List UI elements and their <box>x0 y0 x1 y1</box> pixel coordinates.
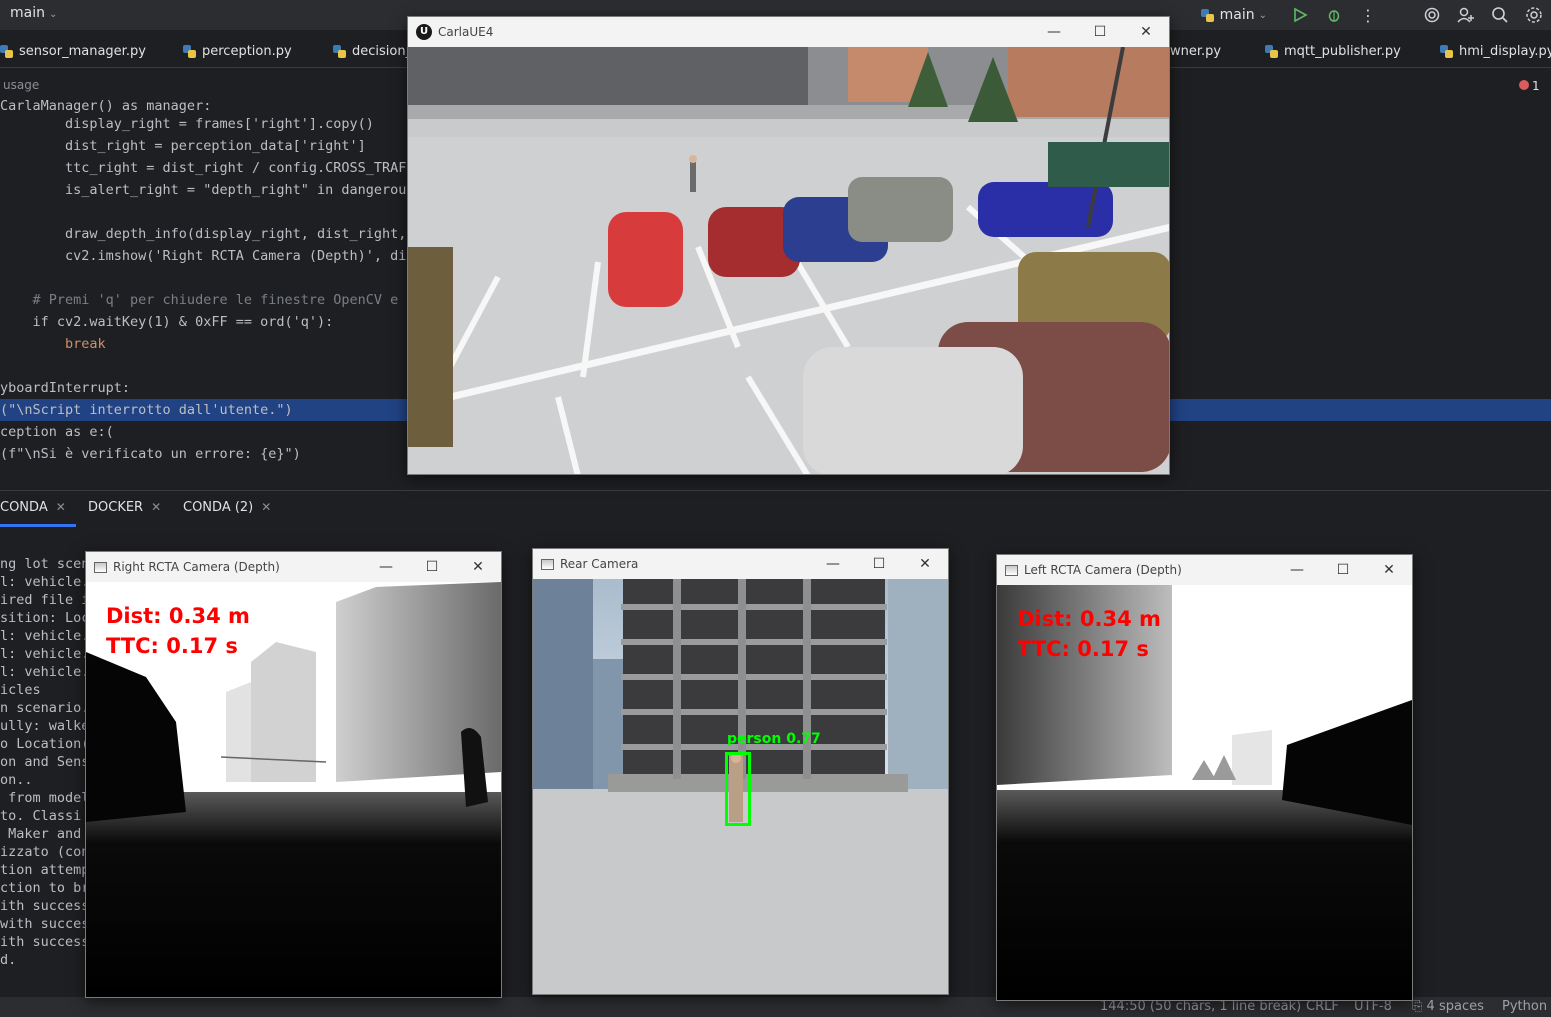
carla-window[interactable]: U CarlaUE4 — ☐ ✕ <box>407 16 1170 475</box>
maximize-icon[interactable]: ☐ <box>1320 555 1366 585</box>
active-tab-indicator <box>0 524 76 527</box>
maximize-icon[interactable]: ☐ <box>409 552 455 582</box>
usage-hint[interactable]: usage <box>3 78 39 92</box>
file-encoding[interactable]: UTF-8 <box>1354 999 1392 1014</box>
python-icon <box>1265 45 1278 58</box>
tab-label: DOCKER <box>88 500 144 515</box>
minimize-icon[interactable]: — <box>363 552 409 582</box>
python-icon <box>183 45 196 58</box>
close-icon[interactable]: ✕ <box>151 500 161 514</box>
python-icon <box>0 45 13 58</box>
run-icon[interactable] <box>1283 0 1317 30</box>
detection-label: person 0.77 <box>727 731 821 747</box>
unreal-icon: U <box>416 24 432 40</box>
opencv-window-icon <box>94 561 107 573</box>
maximize-icon[interactable]: ☐ <box>856 549 902 579</box>
carla-viewport[interactable] <box>408 47 1169 474</box>
rear-camera-view: person 0.77 <box>533 579 948 994</box>
cursor-position[interactable]: 144:50 (50 chars, 1 line break) <box>1100 999 1301 1014</box>
right-depth-view: Dist: 0.34 m TTC: 0.17 s <box>86 582 501 997</box>
tab-label: hmi_display.py <box>1459 44 1551 59</box>
window-title: CarlaUE4 <box>438 25 494 39</box>
chevron-down-icon: ⌄ <box>1258 9 1267 21</box>
minimize-icon[interactable]: — <box>1274 555 1320 585</box>
tab-label: mqtt_publisher.py <box>1284 44 1401 59</box>
close-icon[interactable]: ✕ <box>455 552 501 582</box>
maximize-icon[interactable]: ☐ <box>1077 17 1123 47</box>
close-icon[interactable]: ✕ <box>1366 555 1412 585</box>
tab-sensor-manager[interactable]: sensor_manager.py <box>0 44 146 59</box>
window-titlebar[interactable]: U CarlaUE4 — ☐ ✕ <box>408 17 1169 47</box>
debug-icon[interactable] <box>1317 0 1351 30</box>
tab-label: CONDA (2) <box>183 500 254 515</box>
python-icon <box>1200 8 1214 22</box>
terminal-tabs: CONDA ✕ DOCKER ✕ CONDA (2) ✕ <box>0 490 1551 527</box>
error-indicator[interactable]: 1 <box>1519 79 1540 93</box>
branch-selector[interactable]: main ⌄ <box>10 5 57 21</box>
window-title: Rear Camera <box>560 557 639 571</box>
run-config-label: main <box>1219 7 1255 23</box>
left-depth-view: Dist: 0.34 m TTC: 0.17 s <box>997 585 1412 1000</box>
left-rcta-window[interactable]: Left RCTA Camera (Depth) — ☐ ✕ Dist: 0.3… <box>996 554 1413 1001</box>
error-count: 1 <box>1532 79 1540 93</box>
tab-label: perception.py <box>202 44 292 59</box>
window-titlebar[interactable]: Right RCTA Camera (Depth) — ☐ ✕ <box>86 552 501 582</box>
branch-label: main <box>10 5 45 21</box>
python-icon <box>1440 45 1453 58</box>
tab-mqtt-publisher[interactable]: mqtt_publisher.py <box>1265 44 1401 59</box>
error-icon <box>1519 80 1529 90</box>
tab-label: wner.py <box>1170 44 1222 59</box>
rear-camera-window[interactable]: Rear Camera — ☐ ✕ person 0.77 <box>532 548 949 995</box>
tab-hmi-display[interactable]: hmi_display.py <box>1440 44 1551 59</box>
detection-box <box>725 752 751 826</box>
indent-label: 4 spaces <box>1426 999 1484 1014</box>
indent-setting[interactable]: ⎘ 4 spaces <box>1412 999 1484 1014</box>
window-titlebar[interactable]: Left RCTA Camera (Depth) — ☐ ✕ <box>997 555 1412 585</box>
python-icon <box>333 45 346 58</box>
close-icon[interactable]: ✕ <box>261 500 271 514</box>
window-title: Left RCTA Camera (Depth) <box>1024 563 1182 577</box>
tab-label: decision_ <box>352 44 413 59</box>
run-config-selector[interactable]: main ⌄ <box>1200 7 1267 23</box>
ai-assistant-icon[interactable] <box>1415 0 1449 30</box>
ttc-readout: TTC: 0.17 s <box>106 634 238 658</box>
close-icon[interactable]: ✕ <box>56 500 66 514</box>
line-separator[interactable]: CRLF <box>1306 999 1339 1014</box>
distance-readout: Dist: 0.34 m <box>1017 607 1161 631</box>
tab-perception[interactable]: perception.py <box>183 44 292 59</box>
distance-readout: Dist: 0.34 m <box>106 604 250 628</box>
chevron-down-icon: ⌄ <box>48 9 58 20</box>
toolbar-actions: main ⌄ ⋮ <box>1200 0 1551 30</box>
tab-conda[interactable]: CONDA ✕ <box>0 500 66 515</box>
window-titlebar[interactable]: Rear Camera — ☐ ✕ <box>533 549 948 579</box>
tab-label: sensor_manager.py <box>19 44 146 59</box>
right-rcta-window[interactable]: Right RCTA Camera (Depth) — ☐ ✕ Dist: 0.… <box>85 551 502 998</box>
opencv-window-icon <box>1005 564 1018 576</box>
window-title: Right RCTA Camera (Depth) <box>113 560 280 574</box>
opencv-window-icon <box>541 558 554 570</box>
minimize-icon[interactable]: — <box>1031 17 1077 47</box>
tab-decision[interactable]: decision_ <box>333 44 412 59</box>
language-mode[interactable]: Python <box>1502 999 1547 1014</box>
minimize-icon[interactable]: — <box>810 549 856 579</box>
tab-conda-2[interactable]: CONDA (2) ✕ <box>183 500 271 515</box>
add-user-icon[interactable] <box>1449 0 1483 30</box>
close-icon[interactable]: ✕ <box>1123 17 1169 47</box>
parking-lot-scene <box>408 47 1169 474</box>
gear-icon[interactable] <box>1517 0 1551 30</box>
more-options-icon[interactable]: ⋮ <box>1351 0 1385 30</box>
tab-owner[interactable]: wner.py <box>1170 44 1221 59</box>
indent-icon: ⎘ <box>1412 999 1427 1014</box>
tab-label: CONDA <box>0 500 48 515</box>
ttc-readout: TTC: 0.17 s <box>1017 637 1149 661</box>
tab-docker[interactable]: DOCKER ✕ <box>88 500 161 515</box>
close-icon[interactable]: ✕ <box>902 549 948 579</box>
search-icon[interactable] <box>1483 0 1517 30</box>
